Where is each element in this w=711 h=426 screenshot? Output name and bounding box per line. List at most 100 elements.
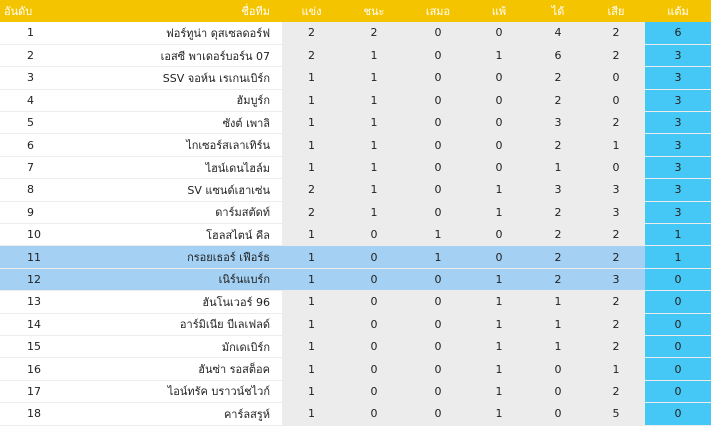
drawn-cell: 0 <box>407 111 469 134</box>
played-cell: 1 <box>282 156 341 179</box>
points-cell: 3 <box>645 111 711 134</box>
played-cell: 1 <box>282 357 341 381</box>
table-row[interactable]: 8 SV แซนด์เฮาเซ่น 2 1 0 1 3 3 3 <box>0 178 711 202</box>
table-row[interactable]: 3 SSV จอห์น เรเกนเบิร์ก 1 1 0 0 2 0 3 <box>0 66 711 90</box>
table-row[interactable]: 5 ซังต์ เพาลิ 1 1 0 0 3 2 3 <box>0 111 711 134</box>
goals-against-cell: 2 <box>587 245 645 269</box>
goals-against-cell: 1 <box>587 133 645 157</box>
goals-for-cell: 3 <box>529 178 587 202</box>
table-row[interactable]: 2 เอสซี พาเดอร์บอร์น 07 2 1 0 1 6 2 3 <box>0 44 711 67</box>
team-name[interactable]: อาร์มิเนีย บีเลเฟลด์ <box>62 313 282 335</box>
team-name[interactable]: ไฮน์เดนไฮล์ม <box>62 156 282 178</box>
won-cell: 1 <box>341 111 407 134</box>
played-cell: 1 <box>282 380 341 403</box>
table-row[interactable]: 4 ฮัมบูร์ก 1 1 0 0 2 0 3 <box>0 89 711 112</box>
team-name[interactable]: ฟอร์ทูน่า ดุสเซลดอร์ฟ <box>62 22 282 44</box>
goals-against-cell: 3 <box>587 268 645 291</box>
points-cell: 0 <box>645 380 711 403</box>
header-goals-against[interactable]: เสีย <box>587 0 645 22</box>
played-cell: 2 <box>282 178 341 202</box>
won-cell: 0 <box>341 335 407 358</box>
team-name[interactable]: SSV จอห์น เรเกนเบิร์ก <box>62 67 282 89</box>
lost-cell: 0 <box>469 66 529 90</box>
header-lost[interactable]: แพ้ <box>469 0 529 22</box>
team-name[interactable]: ซังต์ เพาลิ <box>62 112 282 134</box>
drawn-cell: 0 <box>407 89 469 112</box>
drawn-cell: 0 <box>407 335 469 358</box>
drawn-cell: 1 <box>407 245 469 269</box>
header-team[interactable]: ชื่อทีม <box>62 0 282 22</box>
played-cell: 2 <box>282 201 341 224</box>
table-row[interactable]: 9 ดาร์มสตัดท์ 2 1 0 1 2 3 3 <box>0 201 711 224</box>
table-row[interactable]: 13 ฮันโนเวอร์ 96 1 0 0 1 1 2 0 <box>0 290 711 314</box>
goals-for-cell: 2 <box>529 89 587 112</box>
won-cell: 1 <box>341 178 407 202</box>
lost-cell: 1 <box>469 313 529 336</box>
team-name[interactable]: ไอน์ทรัค บราวน์ชไวก์ <box>62 380 282 402</box>
goals-for-cell: 0 <box>529 357 587 381</box>
won-cell: 0 <box>341 245 407 269</box>
points-cell: 3 <box>645 156 711 179</box>
table-row[interactable]: 18 คาร์ลสรูห์ 1 0 0 1 0 5 0 <box>0 402 711 426</box>
points-cell: 1 <box>645 223 711 246</box>
points-cell: 0 <box>645 402 711 426</box>
points-cell: 1 <box>645 245 711 269</box>
header-drawn[interactable]: เสมอ <box>407 0 469 22</box>
rank-cell: 13 <box>27 295 41 309</box>
header-goals-for[interactable]: ได้ <box>529 0 587 22</box>
played-cell: 2 <box>282 22 341 45</box>
goals-against-cell: 5 <box>587 402 645 426</box>
team-name[interactable]: คาร์ลสรูห์ <box>62 403 282 425</box>
goals-against-cell: 2 <box>587 380 645 403</box>
rank-cell: 17 <box>27 384 41 398</box>
lost-cell: 1 <box>469 44 529 67</box>
table-row[interactable]: 17 ไอน์ทรัค บราวน์ชไวก์ 1 0 0 1 0 2 0 <box>0 380 711 403</box>
drawn-cell: 0 <box>407 178 469 202</box>
played-cell: 2 <box>282 44 341 67</box>
team-name[interactable]: ไกเซอร์สเลาเทิร์น <box>62 134 282 156</box>
team-name[interactable]: เนิร์นแบร์ก <box>62 268 282 291</box>
goals-for-cell: 3 <box>529 111 587 134</box>
rank-cell: 10 <box>27 228 41 242</box>
header-points[interactable]: แต้ม <box>645 0 711 22</box>
drawn-cell: 0 <box>407 156 469 179</box>
team-name[interactable]: กรอยเธอร์ เฟือร์ธ <box>62 245 282 269</box>
table-row[interactable]: 6 ไกเซอร์สเลาเทิร์น 1 1 0 0 2 1 3 <box>0 133 711 157</box>
team-name[interactable]: SV แซนด์เฮาเซ่น <box>62 179 282 201</box>
goals-for-cell: 1 <box>529 290 587 314</box>
team-name[interactable]: เอสซี พาเดอร์บอร์น 07 <box>62 44 282 66</box>
team-name[interactable]: มักเดเบิร์ก <box>62 335 282 357</box>
played-cell: 1 <box>282 66 341 90</box>
table-row[interactable]: 16 ฮันซ่า รอสต็อค 1 0 0 1 0 1 0 <box>0 357 711 381</box>
won-cell: 1 <box>341 133 407 157</box>
team-name[interactable]: โฮลสไตน์ คีล <box>62 224 282 246</box>
header-played[interactable]: แข่ง <box>282 0 341 22</box>
header-won[interactable]: ชนะ <box>341 0 407 22</box>
lost-cell: 0 <box>469 89 529 112</box>
goals-against-cell: 2 <box>587 44 645 67</box>
goals-against-cell: 2 <box>587 22 645 45</box>
table-row[interactable]: 14 อาร์มิเนีย บีเลเฟลด์ 1 0 0 1 1 2 0 <box>0 313 711 336</box>
table-row[interactable]: 10 โฮลสไตน์ คีล 1 0 1 0 2 2 1 <box>0 223 711 246</box>
drawn-cell: 0 <box>407 313 469 336</box>
played-cell: 1 <box>282 245 341 269</box>
rank-cell: 16 <box>27 362 41 376</box>
goals-for-cell: 1 <box>529 156 587 179</box>
drawn-cell: 0 <box>407 133 469 157</box>
header-rank[interactable]: อันดับ <box>0 0 62 22</box>
goals-for-cell: 2 <box>529 268 587 291</box>
lost-cell: 0 <box>469 245 529 269</box>
won-cell: 0 <box>341 313 407 336</box>
table-row[interactable]: 11 กรอยเธอร์ เฟือร์ธ 1 0 1 0 2 2 1 <box>0 245 711 269</box>
team-name[interactable]: ฮันโนเวอร์ 96 <box>62 291 282 313</box>
team-name[interactable]: ดาร์มสตัดท์ <box>62 201 282 223</box>
won-cell: 1 <box>341 156 407 179</box>
table-row[interactable]: 7 ไฮน์เดนไฮล์ม 1 1 0 0 1 0 3 <box>0 156 711 179</box>
team-name[interactable]: ฮัมบูร์ก <box>62 89 282 111</box>
table-row[interactable]: 12 เนิร์นแบร์ก 1 0 0 1 2 3 0 <box>0 268 711 291</box>
team-name[interactable]: ฮันซ่า รอสต็อค <box>62 358 282 380</box>
drawn-cell: 0 <box>407 290 469 314</box>
table-row[interactable]: 1 ฟอร์ทูน่า ดุสเซลดอร์ฟ 2 2 0 0 4 2 6 <box>0 22 711 45</box>
table-row[interactable]: 15 มักเดเบิร์ก 1 0 0 1 1 2 0 <box>0 335 711 358</box>
goals-for-cell: 2 <box>529 201 587 224</box>
